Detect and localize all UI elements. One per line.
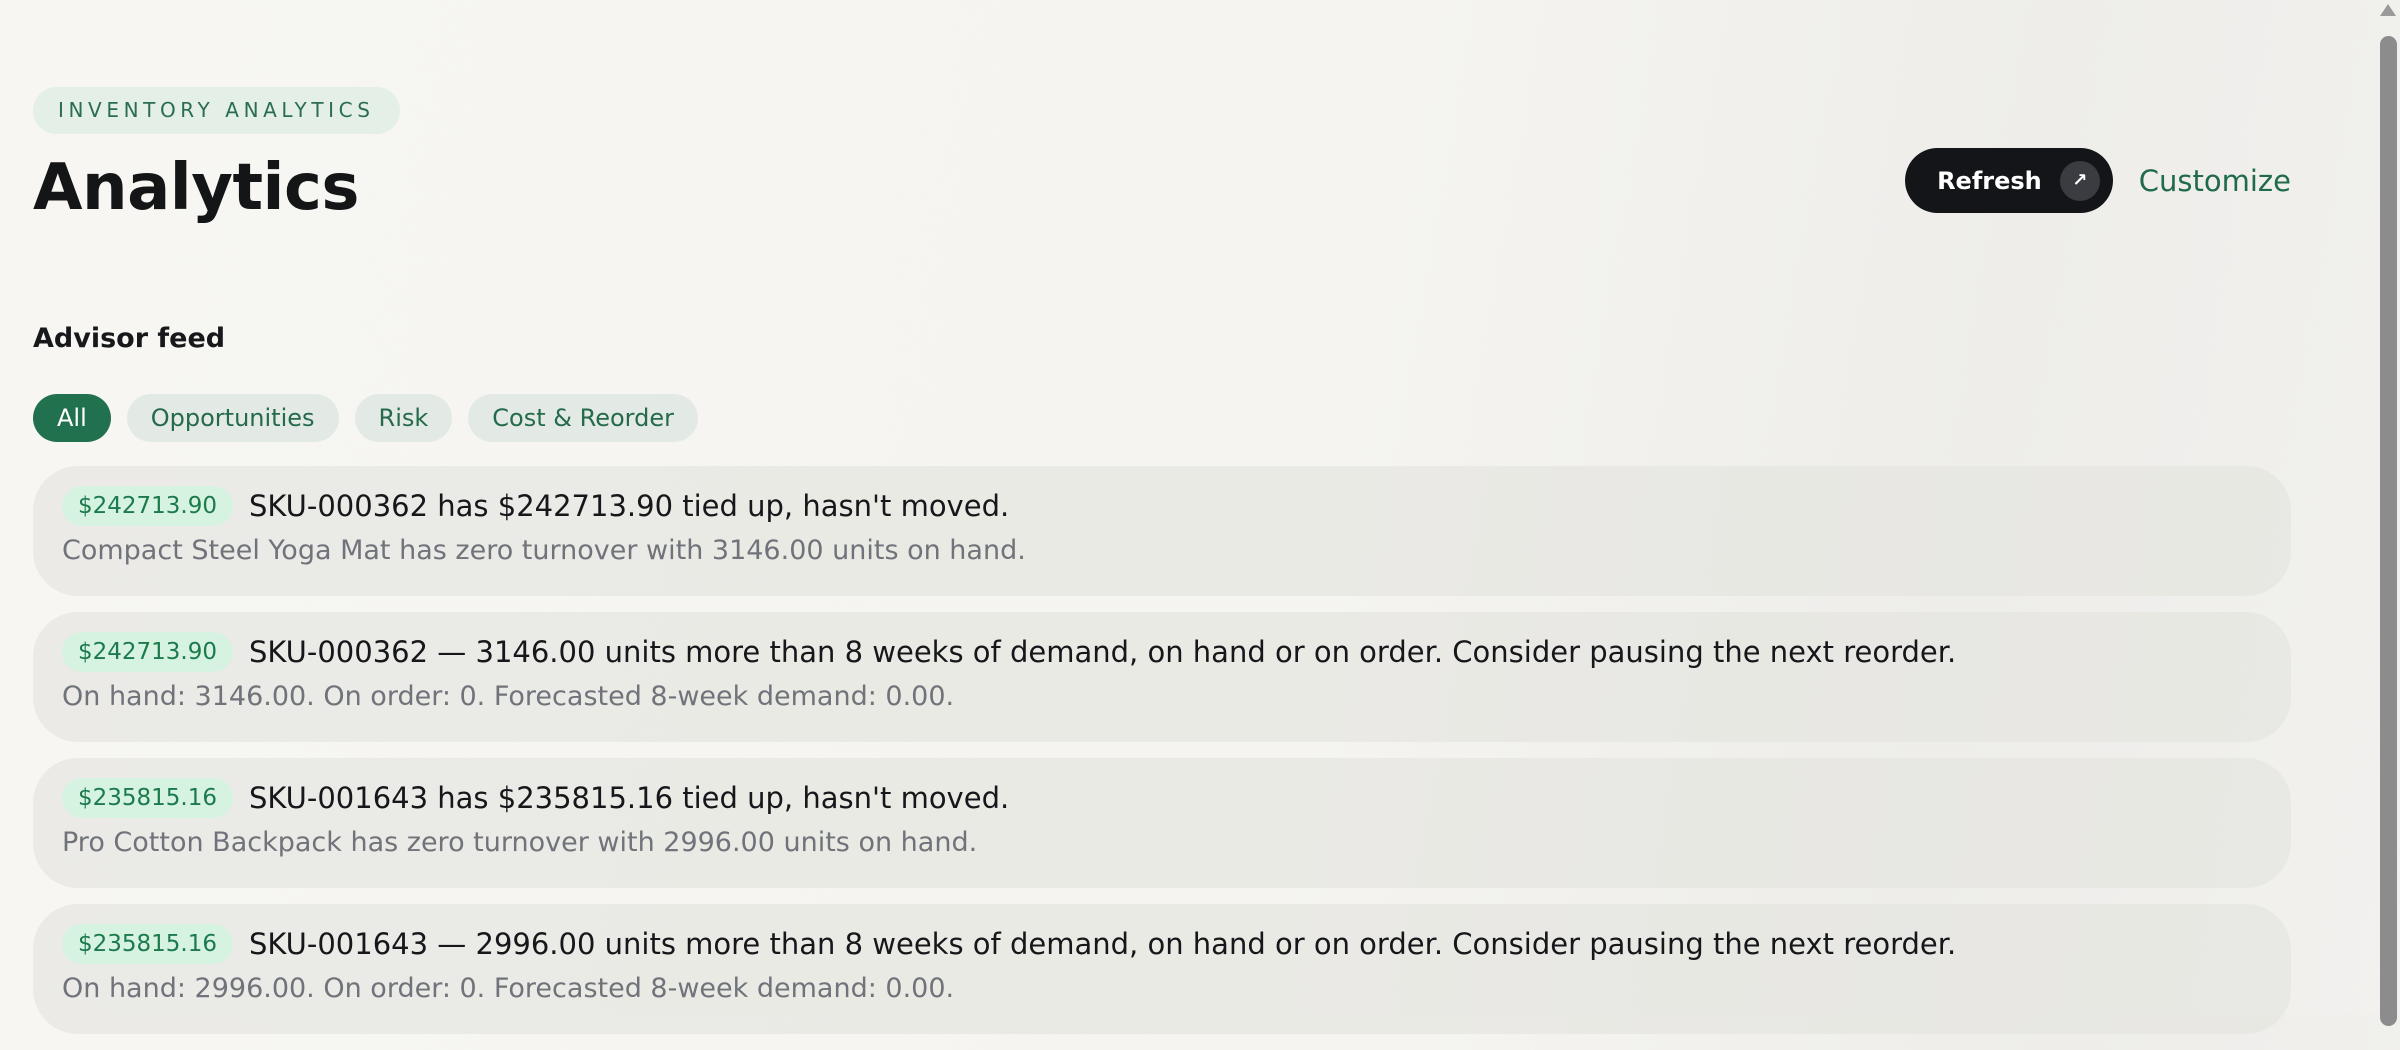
- refresh-button[interactable]: Refresh ↗: [1905, 148, 2113, 213]
- feed-card-detail: Compact Steel Yoga Mat has zero turnover…: [62, 535, 1026, 566]
- filter-chip-cost-reorder[interactable]: Cost & Reorder: [468, 394, 698, 442]
- feed-card-title: SKU-000362 — 3146.00 units more than 8 w…: [249, 635, 1957, 669]
- feed-card[interactable]: $242713.90 SKU-000362 has $242713.90 tie…: [33, 466, 2291, 596]
- vertical-scrollbar[interactable]: [2376, 0, 2400, 1026]
- amount-badge: $242713.90: [62, 632, 234, 672]
- section-eyebrow-badge: INVENTORY ANALYTICS: [33, 87, 400, 134]
- amount-badge: $235815.16: [62, 924, 234, 964]
- analytics-page: INVENTORY ANALYTICS Analytics Refresh ↗ …: [33, 0, 2291, 1034]
- customize-link[interactable]: Customize: [2139, 164, 2291, 198]
- arrow-up-right-icon: ↗: [2059, 160, 2100, 201]
- header-actions: Refresh ↗ Customize: [1905, 148, 2291, 213]
- feed-card-title: SKU-000362 has $242713.90 tied up, hasn'…: [249, 489, 1010, 523]
- scroll-up-arrow-icon[interactable]: [2380, 4, 2396, 16]
- feed-card-detail: Pro Cotton Backpack has zero turnover wi…: [62, 827, 978, 858]
- filter-chips: All Opportunities Risk Cost & Reorder: [33, 394, 698, 442]
- filter-chip-all[interactable]: All: [33, 394, 111, 442]
- filter-chip-opportunities[interactable]: Opportunities: [126, 394, 339, 442]
- feed-card[interactable]: $235815.16 SKU-001643 — 2996.00 units mo…: [33, 904, 2291, 1034]
- feed-card-title: SKU-001643 — 2996.00 units more than 8 w…: [249, 927, 1957, 961]
- scrollbar-thumb[interactable]: [2380, 36, 2397, 1026]
- page-title: Analytics: [33, 151, 360, 225]
- feed-card-detail: On hand: 3146.00. On order: 0. Forecaste…: [62, 681, 955, 712]
- refresh-button-label: Refresh: [1937, 166, 2042, 195]
- advisor-feed-list: $242713.90 SKU-000362 has $242713.90 tie…: [33, 466, 2291, 1050]
- amount-badge: $242713.90: [62, 486, 234, 526]
- feed-card[interactable]: $235815.16 SKU-001643 has $235815.16 tie…: [33, 758, 2291, 888]
- amount-badge: $235815.16: [62, 778, 234, 818]
- feed-card[interactable]: $242713.90 SKU-000362 — 3146.00 units mo…: [33, 612, 2291, 742]
- feed-card-detail: On hand: 2996.00. On order: 0. Forecaste…: [62, 973, 955, 1004]
- filter-chip-risk[interactable]: Risk: [354, 394, 453, 442]
- advisor-feed-title: Advisor feed: [33, 323, 226, 354]
- feed-card-title: SKU-001643 has $235815.16 tied up, hasn'…: [249, 781, 1010, 815]
